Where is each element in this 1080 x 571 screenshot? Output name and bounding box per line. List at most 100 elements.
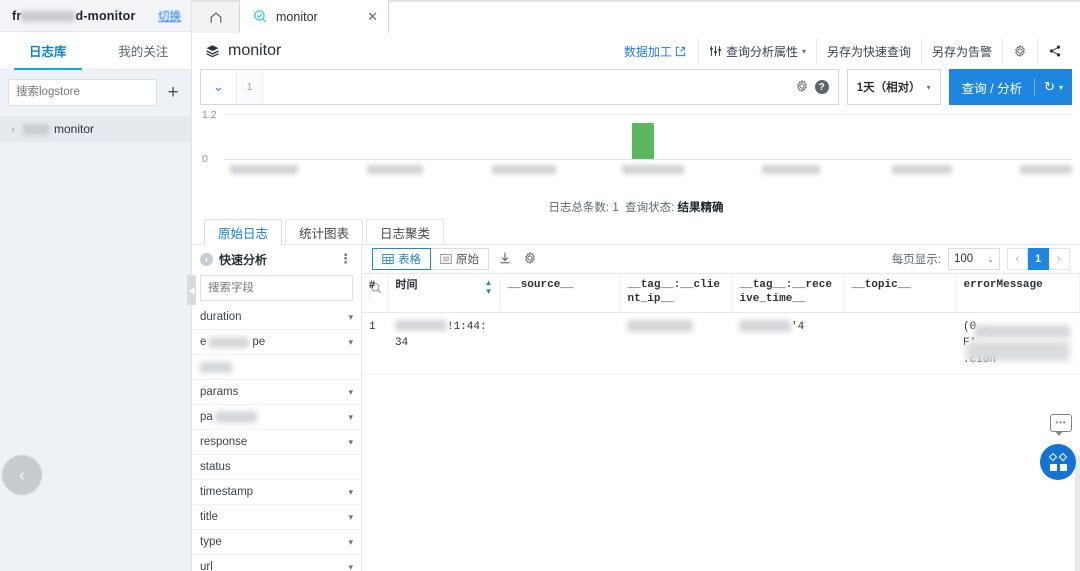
table-row[interactable]: 1 !1:44:34 '4 (0	[362, 312, 1080, 375]
panel-resize-handle[interactable]: ◀	[187, 275, 196, 305]
field-item-duration[interactable]: duration ▾	[192, 305, 361, 330]
close-icon[interactable]: ✕	[353, 9, 378, 25]
x-axis-tick-label	[1020, 165, 1072, 174]
save-as-quick-query-button[interactable]: 另存为快速查询	[815, 38, 921, 64]
chevron-down-icon[interactable]: ▾	[348, 537, 353, 548]
tab-log-clustering[interactable]: 日志聚类	[366, 219, 445, 244]
x-axis-tick-label	[230, 165, 298, 174]
share-icon	[1049, 45, 1061, 57]
sidebar-tab-logstore[interactable]: 日志库	[0, 32, 96, 70]
logstore-search-box[interactable]	[8, 78, 157, 106]
sort-icon[interactable]: ▲ ▼	[485, 278, 493, 297]
field-item-response[interactable]: response ▾	[192, 430, 361, 455]
chevron-down-icon[interactable]: ▾	[348, 437, 353, 448]
tab-monitor[interactable]: monitor ✕	[240, 0, 388, 33]
x-axis-tick-label	[622, 165, 684, 174]
field-search-input[interactable]	[201, 282, 369, 294]
field-label-suffix: pe	[252, 336, 266, 348]
page-title-text: monitor	[228, 42, 282, 59]
tab-statistics-chart-label: 统计图表	[299, 226, 350, 241]
header-settings-button[interactable]	[1002, 38, 1037, 64]
chevron-down-icon[interactable]: ▾	[348, 312, 353, 323]
chevron-right-icon[interactable]: ›	[8, 124, 18, 134]
tab-strip-empty	[388, 2, 1080, 33]
logstore-layers-icon	[206, 44, 219, 57]
chevron-down-icon[interactable]: ▾	[348, 487, 353, 498]
vertical-scrollbar[interactable]	[1075, 455, 1080, 571]
collapse-left-icon[interactable]: ‹	[200, 252, 213, 266]
kebab-menu-icon[interactable]: ⋮	[339, 251, 353, 267]
chevron-down-icon[interactable]: ▾	[348, 562, 353, 571]
add-logstore-button[interactable]: +	[163, 82, 183, 102]
refresh-button[interactable]: ↻ ▾	[1044, 79, 1072, 95]
project-name-prefix: fr	[12, 8, 22, 23]
histogram-chart[interactable]: 1.2 0	[202, 109, 1072, 195]
field-item-url[interactable]: url ▾	[192, 555, 361, 571]
switch-project-link[interactable]: 切换	[158, 8, 181, 24]
tab-raw-logs[interactable]: 原始日志	[204, 219, 283, 245]
field-item-params[interactable]: params ▾	[192, 380, 361, 405]
field-search-box[interactable]	[200, 275, 382, 301]
tree-item-monitor[interactable]: › monitor	[0, 116, 191, 142]
result-content: ‹ 快速分析 ⋮ duration ▾ e	[187, 245, 1080, 571]
table-settings-button[interactable]	[521, 251, 539, 268]
project-name-suffix: d-monitor	[75, 8, 136, 23]
save-as-alert-button[interactable]: 另存为告警	[920, 38, 1002, 64]
time-range-picker[interactable]: 1天（相对） ▾	[846, 69, 941, 105]
field-item-redacted[interactable]	[192, 355, 361, 380]
home-tab-button[interactable]	[192, 2, 240, 33]
query-expand-chevron-icon[interactable]: ⌄	[201, 70, 237, 104]
view-mode-table-button[interactable]: 表格	[372, 248, 431, 270]
field-label: response	[200, 436, 248, 448]
field-item-status[interactable]: status	[192, 455, 361, 480]
tab-statistics-chart[interactable]: 统计图表	[285, 219, 364, 244]
query-input[interactable]	[263, 70, 786, 104]
field-item-e-pe[interactable]: e pe ▾	[192, 330, 361, 355]
column-header-topic[interactable]: __topic__	[844, 273, 957, 313]
query-settings-button[interactable]	[795, 79, 809, 96]
chevron-down-icon[interactable]: ▾	[348, 387, 353, 398]
total-logs-label: 日志总条数:	[548, 202, 610, 214]
download-button[interactable]	[496, 251, 514, 268]
feedback-chat-button[interactable]: •••	[1050, 414, 1072, 436]
x-axis-tick-label	[367, 165, 423, 174]
chevron-down-icon[interactable]: ▾	[348, 337, 353, 348]
column-header-receive-time[interactable]: __tag__:__receive_time__	[732, 273, 845, 313]
column-header-time[interactable]: ▲ ▼ 时间	[388, 273, 501, 313]
apps-launcher-button[interactable]	[1040, 444, 1076, 480]
help-icon[interactable]: ?	[814, 80, 829, 94]
logstore-tree: › monitor	[0, 114, 191, 571]
column-header-source[interactable]: __source__	[500, 273, 621, 313]
log-table-panel: ◀ 表格 原始 每页显示: 100 ⌄ ‹ 1 › # ▲ ▼ 时间 __sou…	[187, 245, 1080, 571]
column-header-error-message[interactable]: errorMessage	[956, 273, 1080, 313]
next-page-button[interactable]: ›	[1049, 248, 1070, 270]
query-bar: ⌄ 1 ? 1天（相对） ▾ 查询 / 分析 ↻ ▾	[200, 69, 1072, 105]
cell-time: !1:44:34	[388, 312, 500, 375]
sidebar-tab-logstore-label: 日志库	[28, 45, 67, 59]
chart-bar[interactable]	[632, 123, 654, 159]
sidebar-collapse-button[interactable]: ‹	[2, 455, 42, 495]
sidebar-tab-favorites[interactable]: 我的关注	[96, 32, 192, 69]
query-analysis-properties-button[interactable]: 查询分析属性 ▾	[697, 38, 816, 64]
tab-monitor-label: monitor	[276, 9, 318, 24]
data-processing-link[interactable]: 数据加工	[624, 43, 698, 60]
share-button[interactable]	[1037, 38, 1072, 64]
field-item-pa[interactable]: pa ▾	[192, 405, 361, 430]
prev-page-button[interactable]: ‹	[1007, 248, 1028, 270]
field-item-title[interactable]: title ▾	[192, 505, 361, 530]
x-axis-line	[224, 159, 1072, 160]
refresh-icon: ↻	[1044, 79, 1055, 94]
logstore-search-input[interactable]	[9, 79, 156, 105]
chevron-down-icon[interactable]: ▾	[348, 512, 353, 523]
field-item-timestamp[interactable]: timestamp ▾	[192, 480, 361, 505]
query-editor[interactable]: ⌄ 1 ?	[200, 69, 839, 105]
search-analyze-button[interactable]: 查询 / 分析 ↻ ▾	[948, 69, 1072, 105]
field-label: title	[200, 511, 218, 523]
page-number-1[interactable]: 1	[1028, 248, 1049, 270]
save-as-quick-query-label: 另存为快速查询	[826, 44, 911, 59]
field-item-type[interactable]: type ▾	[192, 530, 361, 555]
page-size-select[interactable]: 100 ⌄	[948, 248, 1000, 270]
chevron-down-icon[interactable]: ▾	[348, 412, 353, 423]
column-header-client-ip[interactable]: __tag__:__client_ip__	[620, 273, 733, 313]
view-mode-raw-button[interactable]: 原始	[431, 248, 489, 270]
